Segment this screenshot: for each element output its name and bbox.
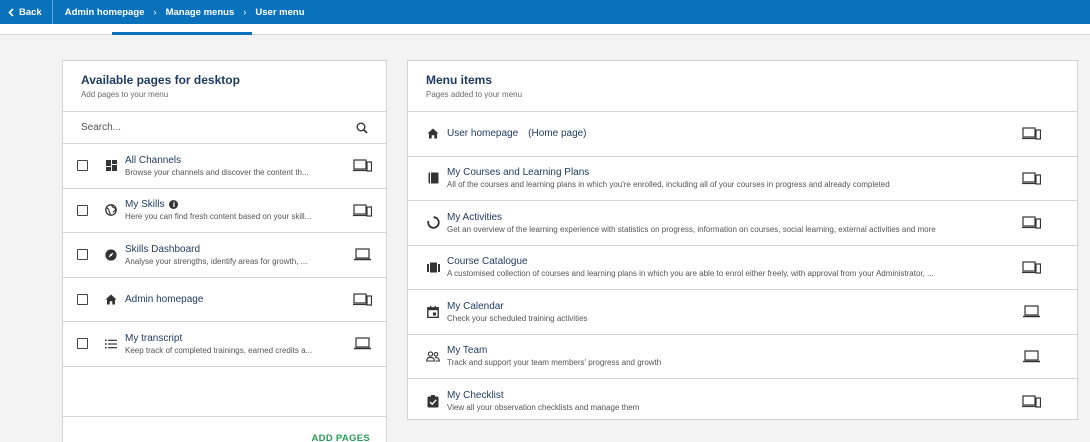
- available-page-my-transcript[interactable]: My transcript Keep track of completed tr…: [63, 322, 386, 367]
- laptop-icon: [353, 248, 372, 261]
- available-pages-subtitle: Add pages to your menu: [81, 90, 169, 99]
- home-page-tag: (Home page): [528, 128, 587, 140]
- breadcrumb-separator: ›: [153, 6, 157, 18]
- menu-item-description: View all your observation checklists and…: [447, 403, 640, 413]
- menu-items-subtitle: Pages added to your menu: [426, 90, 523, 99]
- desktop-mobile-icon: [1022, 216, 1041, 229]
- active-tab-indicator: [112, 32, 252, 35]
- checklist-icon: [426, 394, 440, 408]
- menu-items-panel: Menu items Pages added to your menu User…: [407, 60, 1078, 420]
- globe-icon: [104, 203, 118, 217]
- breadcrumb-user-menu: User menu: [255, 6, 305, 18]
- breadcrumb: Admin homepage › Manage menus › User men…: [53, 7, 305, 18]
- breadcrumb-separator: ›: [243, 6, 247, 18]
- menu-item-course-catalogue[interactable]: Course Catalogue A customised collection…: [408, 246, 1077, 290]
- menu-item-user-homepage[interactable]: User homepage (Home page): [408, 112, 1077, 157]
- breadcrumb-admin-homepage[interactable]: Admin homepage: [65, 7, 145, 18]
- available-pages-footer: ADD PAGES: [63, 416, 386, 442]
- menu-item-title: My Checklist: [447, 390, 504, 402]
- laptop-icon: [1022, 305, 1041, 318]
- page-title: Admin homepage: [125, 293, 204, 305]
- page-title: My transcript: [125, 332, 183, 344]
- menu-item-my-activities[interactable]: My Activities Get an overview of the lea…: [408, 201, 1077, 246]
- page-description: Here you can find fresh content based on…: [125, 212, 312, 222]
- menu-items-title: Menu items: [426, 73, 493, 87]
- chevron-left-icon: [8, 7, 14, 17]
- menu-item-title: User homepage: [447, 128, 519, 140]
- menu-item-title: Course Catalogue: [447, 256, 528, 268]
- laptop-icon: [1022, 350, 1041, 363]
- back-label: Back: [19, 6, 42, 18]
- grid-icon: [104, 159, 118, 173]
- list-icon: [104, 337, 118, 351]
- menu-item-description: Get an overview of the learning experien…: [447, 224, 936, 234]
- available-pages-header: Available pages for desktop Add pages to…: [63, 61, 386, 112]
- desktop-mobile-icon: [1022, 395, 1041, 408]
- checkbox[interactable]: [77, 249, 88, 261]
- page-title: All Channels: [125, 154, 182, 166]
- page-description: Analyse your strengths, identify areas f…: [125, 256, 308, 266]
- desktop-mobile-icon: [353, 293, 372, 306]
- top-navigation-bar: Back Admin homepage › Manage menus › Use…: [0, 0, 1090, 24]
- menu-item-title: My Courses and Learning Plans: [447, 167, 590, 179]
- available-page-all-channels[interactable]: All Channels Browse your channels and di…: [63, 144, 386, 189]
- calendar-icon: [426, 305, 440, 319]
- info-icon[interactable]: i: [169, 200, 179, 210]
- menu-item-description: A customised collection of courses and l…: [447, 269, 934, 279]
- desktop-mobile-icon: [1022, 172, 1041, 185]
- menu-items-header: Menu items Pages added to your menu: [408, 61, 1077, 112]
- page-description: Browse your channels and discover the co…: [125, 167, 309, 177]
- desktop-mobile-icon: [353, 204, 372, 217]
- search-bar: [63, 112, 386, 144]
- secondary-tab-bar: [0, 24, 1090, 35]
- desktop-mobile-icon: [1022, 261, 1041, 274]
- page-title: My Skills: [125, 199, 165, 211]
- home-icon: [104, 292, 118, 306]
- search-input[interactable]: [81, 122, 321, 133]
- compass-icon: [104, 248, 118, 262]
- available-page-my-skills[interactable]: My Skills i Here you can find fresh conte…: [63, 189, 386, 233]
- menu-item-description: All of the courses and learning plans in…: [447, 180, 890, 190]
- checkbox[interactable]: [77, 293, 88, 305]
- desktop-mobile-icon: [353, 159, 372, 172]
- menu-item-my-checklist[interactable]: My Checklist View all your observation c…: [408, 379, 1077, 424]
- home-icon: [426, 127, 440, 141]
- search-icon[interactable]: [356, 122, 368, 134]
- checkbox[interactable]: [77, 160, 88, 172]
- page-description: Keep track of completed trainings, earne…: [125, 345, 313, 355]
- menu-item-title: My Calendar: [447, 300, 504, 312]
- back-button[interactable]: Back: [0, 0, 53, 24]
- checkbox[interactable]: [77, 338, 88, 350]
- add-pages-button[interactable]: ADD PAGES: [312, 433, 370, 442]
- menu-item-title: My Team: [447, 345, 488, 357]
- checkbox[interactable]: [77, 204, 88, 216]
- menu-item-my-team[interactable]: My Team Track and support your team memb…: [408, 335, 1077, 379]
- menu-item-description: Track and support your team members' pro…: [447, 358, 662, 368]
- laptop-icon: [353, 337, 372, 350]
- available-pages-panel: Available pages for desktop Add pages to…: [62, 60, 387, 442]
- menu-item-my-courses[interactable]: My Courses and Learning Plans All of the…: [408, 157, 1077, 201]
- team-icon: [426, 349, 440, 363]
- progress-ring-icon: [426, 216, 440, 230]
- menu-item-title: My Activities: [447, 211, 503, 223]
- available-page-skills-dashboard[interactable]: Skills Dashboard Analyse your strengths,…: [63, 233, 386, 278]
- desktop-mobile-icon: [1022, 127, 1041, 140]
- breadcrumb-manage-menus[interactable]: Manage menus: [166, 7, 235, 18]
- menu-item-description: Check your scheduled training activities: [447, 313, 588, 323]
- available-pages-title: Available pages for desktop: [81, 73, 240, 87]
- catalogue-icon: [426, 260, 440, 274]
- page-title: Skills Dashboard: [125, 243, 201, 255]
- available-page-admin-homepage[interactable]: Admin homepage: [63, 278, 386, 322]
- menu-item-my-calendar[interactable]: My Calendar Check your scheduled trainin…: [408, 290, 1077, 335]
- book-icon: [426, 171, 440, 185]
